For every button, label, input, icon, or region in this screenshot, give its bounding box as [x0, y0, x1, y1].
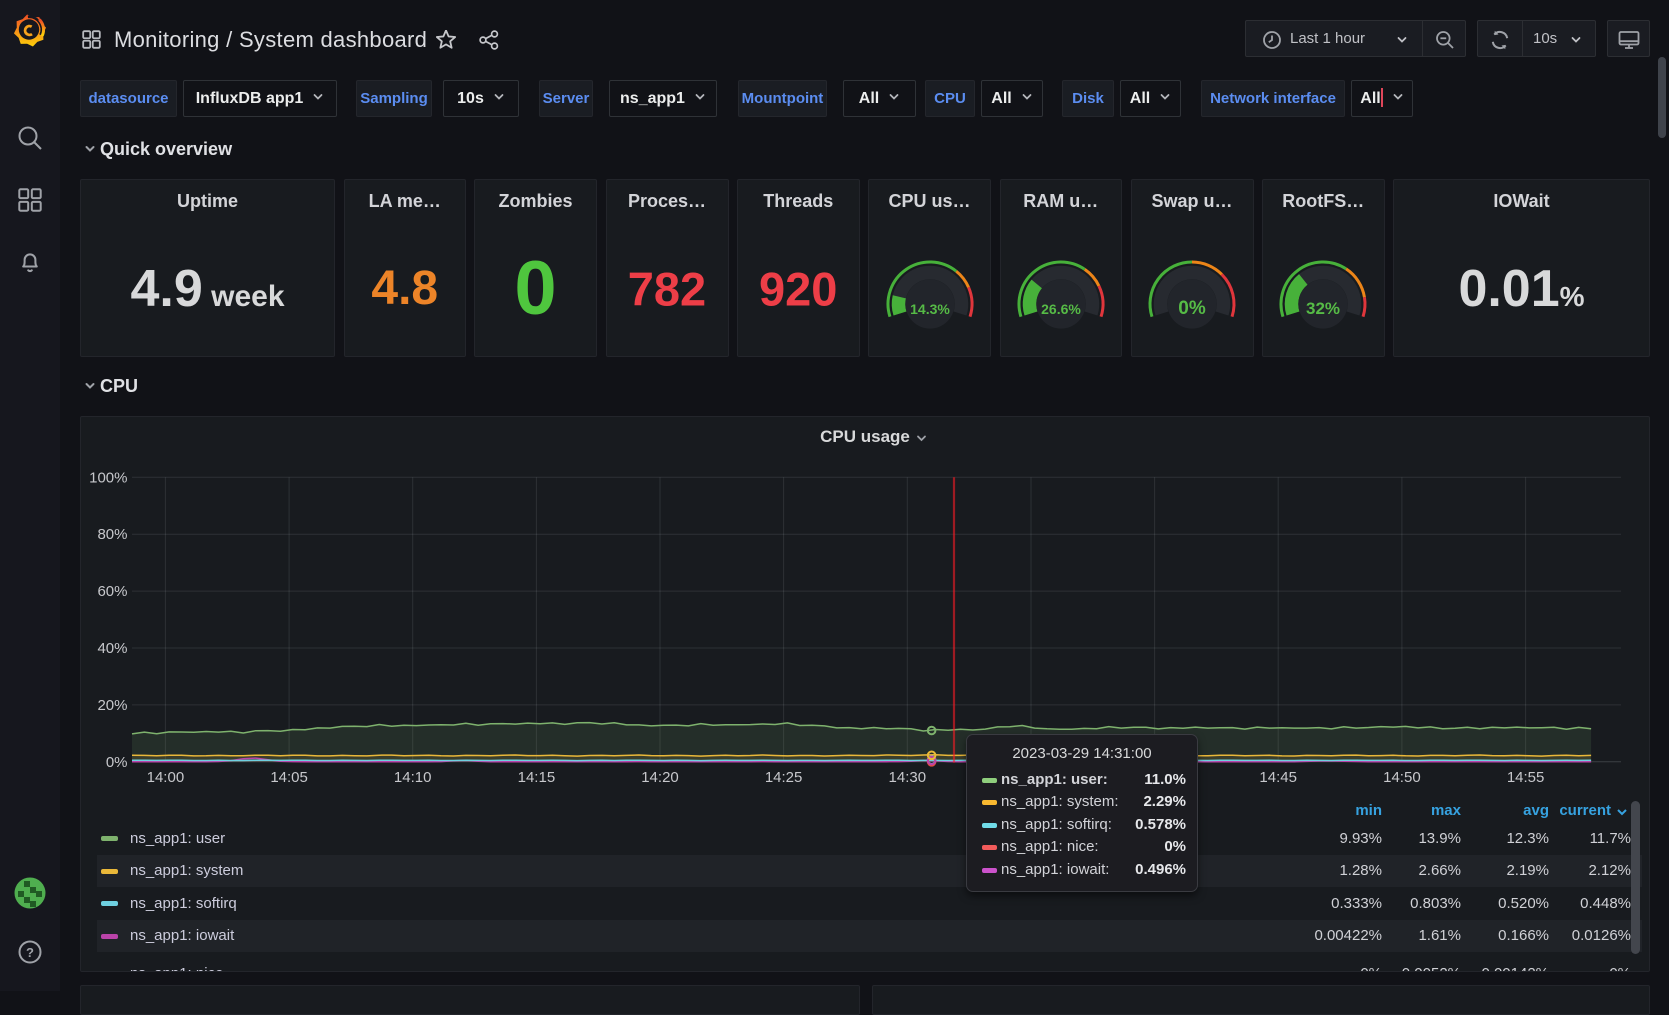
svg-text:14:00: 14:00 [147, 769, 185, 786]
svg-text:14.3%: 14.3% [910, 301, 950, 317]
svg-text:14:45: 14:45 [1259, 769, 1297, 786]
svg-text:14:55: 14:55 [1507, 769, 1545, 786]
svg-text:60%: 60% [97, 583, 127, 600]
svg-text:32%: 32% [1306, 299, 1340, 318]
svg-text:40%: 40% [97, 640, 127, 657]
svg-text:14:15: 14:15 [518, 769, 556, 786]
svg-text:0%: 0% [106, 754, 128, 771]
svg-text:?: ? [26, 945, 34, 960]
svg-text:0%: 0% [1178, 298, 1206, 319]
svg-text:80%: 80% [97, 526, 127, 543]
svg-text:14:30: 14:30 [889, 769, 927, 786]
svg-text:26.6%: 26.6% [1041, 301, 1081, 317]
svg-text:14:20: 14:20 [641, 769, 679, 786]
svg-text:14:10: 14:10 [394, 769, 432, 786]
svg-text:14:05: 14:05 [270, 769, 308, 786]
svg-text:14:25: 14:25 [765, 769, 803, 786]
svg-text:20%: 20% [97, 697, 127, 714]
svg-text:100%: 100% [89, 469, 127, 486]
svg-text:14:50: 14:50 [1383, 769, 1421, 786]
